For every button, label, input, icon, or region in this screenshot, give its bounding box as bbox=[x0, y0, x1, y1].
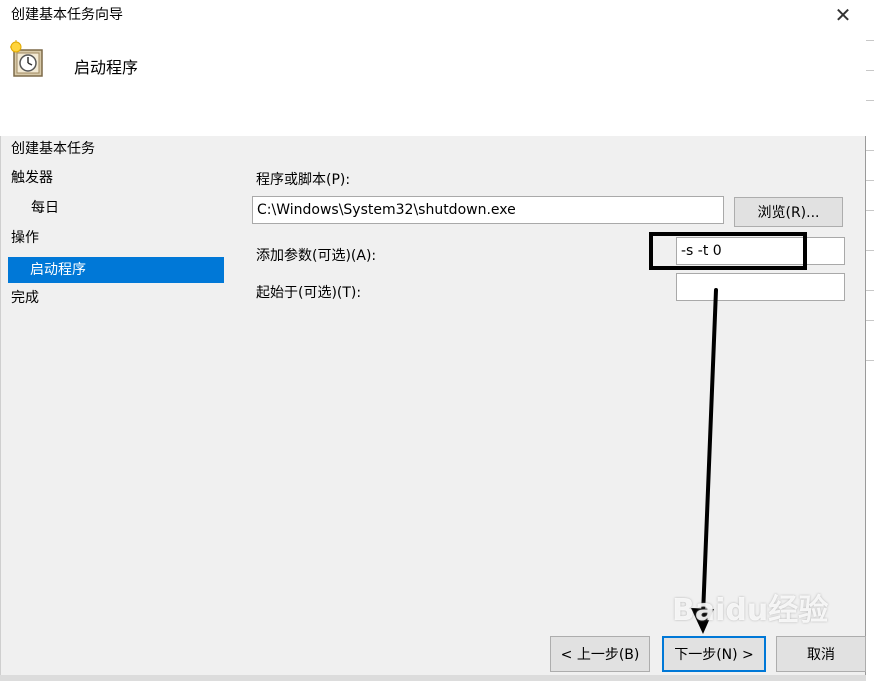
wizard-header: 启动程序 bbox=[0, 30, 866, 136]
bottom-edge bbox=[0, 675, 866, 681]
next-button[interactable]: 下一步(N) > bbox=[662, 636, 766, 672]
nav-item-daily[interactable]: 每日 bbox=[31, 195, 211, 221]
page-title: 启动程序 bbox=[74, 58, 139, 77]
args-label: 添加参数(可选)(A): bbox=[256, 248, 377, 264]
left-border bbox=[0, 136, 1, 681]
window-title: 创建基本任务向导 bbox=[11, 7, 123, 23]
nav-item-action[interactable]: 操作 bbox=[11, 225, 211, 251]
task-clock-icon bbox=[10, 40, 43, 77]
cancel-button[interactable]: 取消 bbox=[776, 636, 866, 672]
nav-item-create-task[interactable]: 创建基本任务 bbox=[11, 136, 211, 162]
title-bar: 创建基本任务向导 ✕ bbox=[0, 0, 866, 30]
program-input[interactable]: C:\Windows\System32\shutdown.exe bbox=[252, 196, 724, 224]
nav-item-start-program[interactable]: 启动程序 bbox=[8, 257, 224, 283]
background-window-strip bbox=[866, 0, 874, 681]
start-in-label: 起始于(可选)(T): bbox=[256, 285, 362, 301]
close-button[interactable]: ✕ bbox=[820, 0, 866, 30]
nav-item-finish[interactable]: 完成 bbox=[11, 285, 211, 311]
back-button[interactable]: < 上一步(B) bbox=[550, 636, 650, 672]
program-label: 程序或脚本(P): bbox=[256, 172, 351, 188]
task-wizard-window: 创建基本任务向导 ✕ 启动程序 创建基本任务 触发器 每日 操作 启动程序 完成… bbox=[0, 0, 866, 681]
args-input[interactable]: -s -t 0 bbox=[676, 237, 845, 265]
nav-item-trigger[interactable]: 触发器 bbox=[11, 165, 211, 191]
start-in-input[interactable] bbox=[676, 273, 845, 301]
browse-button[interactable]: 浏览(R)... bbox=[734, 197, 843, 227]
